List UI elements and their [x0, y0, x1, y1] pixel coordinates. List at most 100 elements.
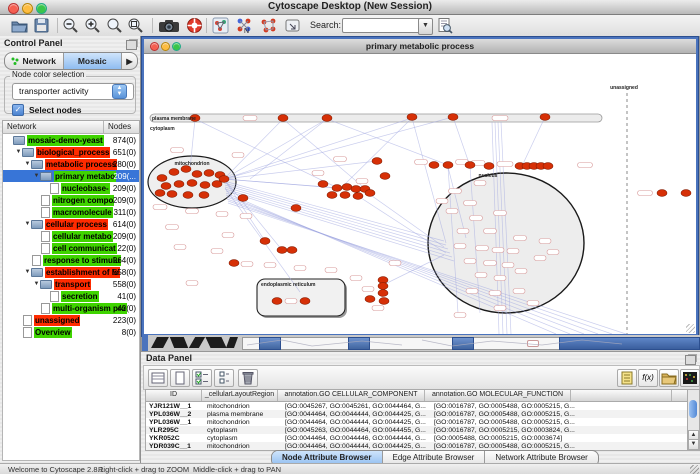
expander-icon[interactable]: ▼ [33, 281, 40, 287]
gene-node[interactable] [157, 175, 167, 182]
gene-node[interactable] [300, 298, 310, 305]
zoom-actual-icon[interactable] [106, 17, 123, 34]
expander-icon[interactable]: ▼ [33, 173, 40, 179]
delete-attribute-icon[interactable] [238, 369, 258, 387]
gene-node[interactable] [174, 181, 184, 188]
formula-fx-icon[interactable]: f(x) [638, 369, 658, 387]
table-row-YKR052C[interactable]: YKR052Ccytoplasm[GO:0044464, GO:0044446,… [146, 434, 688, 442]
more-tabs-icon[interactable]: ▶ [122, 53, 137, 69]
tab-network[interactable]: Network [5, 53, 64, 69]
gene-node[interactable] [372, 158, 382, 165]
gene-node[interactable] [219, 176, 229, 183]
tree-row-cellular-process[interactable]: ▼cellular process614(0) [3, 218, 139, 230]
network-view-icon[interactable] [212, 17, 229, 34]
network-layout-icon[interactable] [260, 17, 277, 34]
gene-node[interactable] [161, 183, 171, 190]
tree-row-multi-organism-pro[interactable]: multi-organism pro42(0) [3, 302, 139, 314]
annotation-icon[interactable] [284, 17, 301, 34]
gene-node[interactable] [365, 296, 375, 303]
column-header-blank[interactable] [571, 390, 672, 401]
search-input[interactable] [342, 18, 422, 33]
scrollbar-thumb[interactable] [689, 400, 697, 418]
dropdown-stepper-icon[interactable]: ▲▼ [112, 84, 127, 99]
network-vizmapper-icon[interactable]: N [236, 17, 253, 34]
gene-node[interactable] [484, 163, 494, 170]
network-view-window[interactable]: primary metabolic process plasma membran… [142, 37, 698, 336]
tree-row-establishment-of-lo[interactable]: ▼establishment of lo558(0) [3, 266, 139, 278]
tree-row-transport[interactable]: ▼transport558(0) [3, 278, 139, 290]
network-view-titlebar[interactable]: primary metabolic process [144, 39, 696, 54]
table-row-YDR039C__1[interactable]: YDR039C__1mitochondrion[GO:0044464, GO:0… [146, 442, 688, 450]
gene-node[interactable] [322, 115, 332, 122]
column-header-ID[interactable]: ID [146, 390, 202, 401]
gene-node[interactable] [351, 186, 361, 193]
expander-icon[interactable]: ▼ [24, 161, 31, 167]
zoom-out-icon[interactable] [62, 17, 79, 34]
tree-row-nitrogen-compo[interactable]: nitrogen compo209(0) [3, 194, 139, 206]
help-lifering-icon[interactable] [186, 17, 203, 34]
table-row-YPL036W__2[interactable]: YPL036W__2plasma membrane[GO:0044464, GO… [146, 410, 688, 418]
float-panel-icon[interactable] [685, 355, 696, 365]
gene-node[interactable] [277, 247, 287, 254]
zoom-window-icon[interactable] [36, 3, 47, 14]
gene-node[interactable] [540, 114, 550, 121]
gene-node[interactable] [155, 190, 165, 197]
gene-node[interactable] [287, 247, 297, 254]
save-icon[interactable] [33, 17, 50, 34]
gene-node[interactable] [448, 114, 458, 121]
gene-node[interactable] [340, 192, 350, 199]
attribute-list-icon[interactable] [617, 369, 637, 387]
gene-node[interactable] [543, 163, 553, 170]
gene-node[interactable] [187, 180, 197, 187]
matrix-browser-icon[interactable] [680, 369, 700, 387]
gene-node[interactable] [380, 173, 390, 180]
column-header-annotation.GO CELLULAR_COMPONENT[interactable]: annotation.GO CELLULAR_COMPONENT [278, 390, 425, 401]
attribute-table-icon[interactable] [148, 369, 168, 387]
tree-row-cell-communicat[interactable]: cell communicat22(0) [3, 242, 139, 254]
gene-node[interactable] [318, 181, 328, 188]
select-nodes-checkbox[interactable]: ✓ [12, 104, 24, 116]
gene-node[interactable] [238, 195, 248, 202]
tab-mosaic[interactable]: Mosaic [64, 53, 123, 69]
tree-row-overview[interactable]: Overview8(0) [3, 326, 139, 338]
gene-node[interactable] [657, 190, 667, 197]
gene-node[interactable] [407, 114, 417, 121]
gene-node[interactable] [183, 192, 193, 199]
scroll-down-icon[interactable]: ▼ [688, 439, 699, 450]
tree-row-cellular-metabo[interactable]: cellular metabo209(0) [3, 230, 139, 242]
table-row-YLR295C[interactable]: YLR295Ccytoplasm[GO:0045263, GO:0044464,… [146, 426, 688, 434]
gene-node[interactable] [199, 192, 209, 199]
gene-node[interactable] [192, 171, 202, 178]
gene-node[interactable] [260, 238, 270, 245]
expander-icon[interactable]: ▼ [15, 149, 22, 155]
tree-row-biological-process[interactable]: ▼biological_process651(0) [3, 146, 139, 158]
close-view-icon[interactable] [150, 42, 159, 51]
gene-node[interactable] [200, 182, 210, 189]
minimize-window-icon[interactable] [22, 3, 33, 14]
tree-row-mosaic-demo-yeast[interactable]: mosaic-demo-yeast874(0) [3, 134, 139, 146]
zoom-in-icon[interactable] [84, 17, 101, 34]
expander-icon[interactable]: ▼ [24, 269, 31, 275]
table-row-YPL036W__1[interactable]: YPL036W__1mitochondrion[GO:0044464, GO:0… [146, 418, 688, 426]
tree-row-nucleobase-[interactable]: nucleobase-209(0) [3, 182, 139, 194]
zoom-view-icon[interactable] [172, 42, 181, 51]
gene-node[interactable] [353, 193, 363, 200]
snapshot-camera-icon[interactable] [158, 17, 180, 34]
import-folder-icon[interactable] [659, 369, 679, 387]
gene-node[interactable] [429, 162, 439, 169]
select-attributes-icon[interactable] [192, 369, 212, 387]
tree-row-metabolic-process[interactable]: ▼metabolic process280(0) [3, 158, 139, 170]
column-header-_cellularLayoutRegion[interactable]: _cellularLayoutRegion [202, 390, 278, 401]
column-header-annotation.GO MOLECULAR_FUNCTION[interactable]: annotation.GO MOLECULAR_FUNCTION [425, 390, 571, 401]
gene-node[interactable] [272, 298, 282, 305]
gene-node[interactable] [443, 162, 453, 169]
gene-node[interactable] [229, 260, 239, 267]
unselect-attributes-icon[interactable] [214, 369, 234, 387]
zoom-fit-icon[interactable] [127, 17, 144, 34]
tree-row-unassigned[interactable]: unassigned223(0) [3, 314, 139, 326]
gene-node[interactable] [278, 115, 288, 122]
advanced-search-icon[interactable] [436, 17, 453, 34]
network-canvas[interactable]: plasma membranecytoplasmmitochondrionnuc… [144, 54, 696, 334]
open-folder-icon[interactable] [11, 17, 28, 34]
table-scrollbar[interactable]: ▲ ▼ [687, 389, 700, 451]
